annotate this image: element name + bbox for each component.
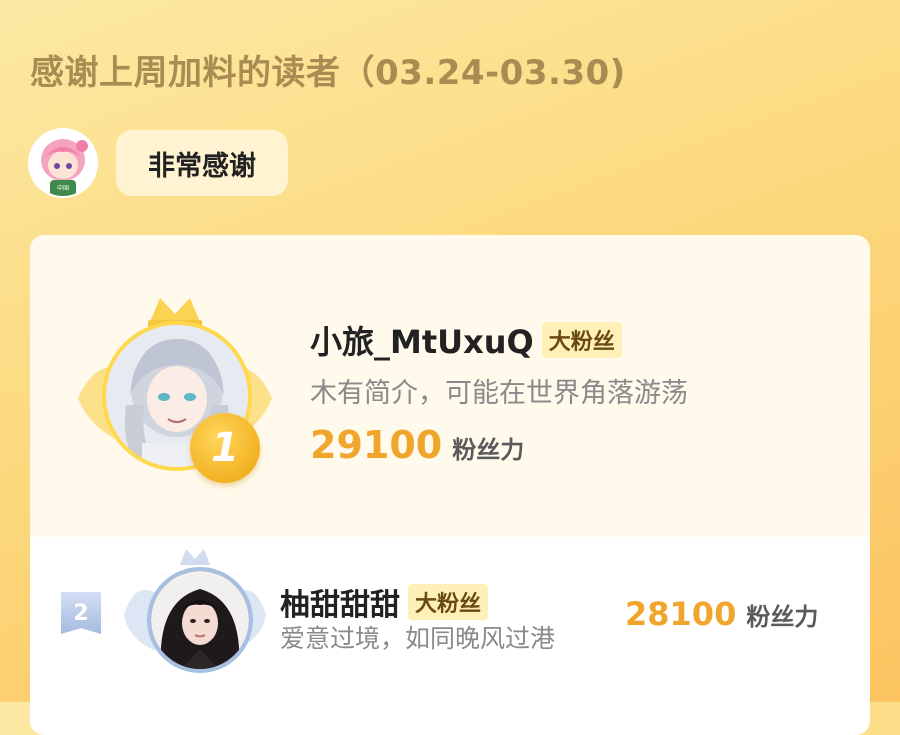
fan-power: 28100 粉丝力 (625, 595, 818, 633)
fan-level-badge: 大粉丝 (541, 322, 622, 358)
rank-2-badge: 2 (61, 592, 101, 634)
fan-level-badge: 大粉丝 (408, 584, 489, 620)
author-avatar[interactable]: 中国 (30, 130, 96, 196)
user-bio: 爱意过境，如同晚风过港 (280, 624, 556, 653)
dark-hair-avatar-icon (151, 571, 249, 669)
fan-power-unit: 粉丝力 (746, 603, 819, 631)
fan-power: 29100 粉丝力 (310, 423, 524, 467)
leaderboard-card: 1 小旅_MtUxuQ 大粉丝 木有简介，可能在世界角落游荡 29100 粉丝力… (30, 235, 870, 735)
anime-girl-avatar-icon: 中国 (30, 130, 96, 196)
thanks-message-bubble: 非常感谢 (116, 130, 288, 196)
rank-1-medal: 1 (190, 413, 260, 483)
user-avatar[interactable] (147, 567, 253, 673)
svg-text:中国: 中国 (57, 184, 69, 192)
fan-power-value: 28100 (625, 595, 737, 633)
user-name[interactable]: 柚甜甜甜 (280, 580, 400, 624)
page-title: 感谢上周加料的读者（03.24-03.30) (30, 53, 626, 93)
user-bio: 木有简介，可能在世界角落游荡 (310, 378, 688, 409)
user-name[interactable]: 小旅_MtUxuQ (310, 317, 534, 363)
fan-power-unit: 粉丝力 (452, 436, 525, 464)
fan-power-value: 29100 (310, 423, 443, 467)
